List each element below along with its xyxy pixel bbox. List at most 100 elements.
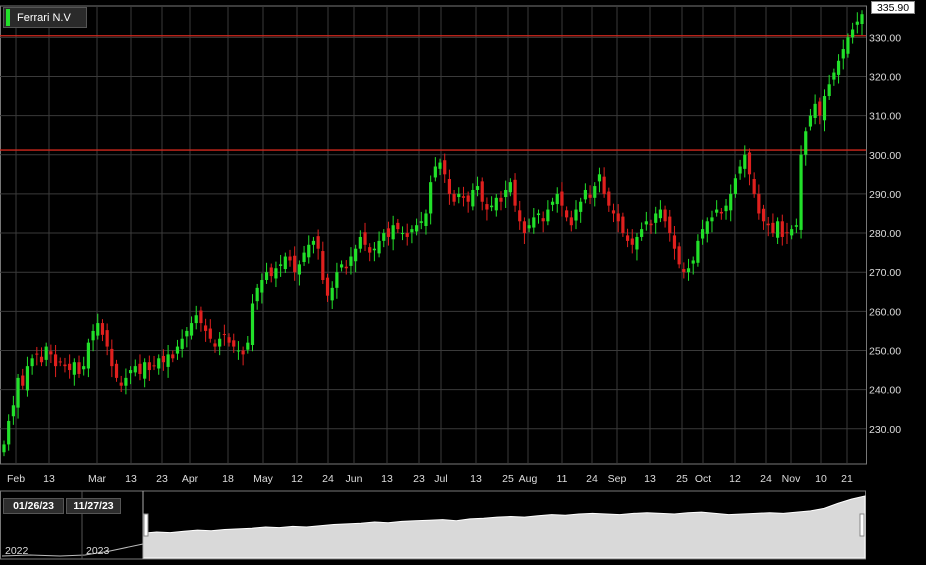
candle-body — [574, 209, 578, 221]
y-tick-label: 250.00 — [869, 345, 901, 357]
x-tick-label: 24 — [586, 473, 598, 485]
candle-body — [696, 240, 700, 263]
x-tick-label: Feb — [7, 473, 25, 485]
legend-label: Ferrari N.V — [17, 11, 71, 24]
x-tick-label: Mar — [88, 473, 107, 485]
x-tick-label: 12 — [291, 473, 303, 485]
candle-body — [157, 358, 161, 369]
candle-body — [733, 178, 738, 194]
candle-body — [91, 330, 95, 341]
candle-body — [771, 222, 775, 234]
candle-body — [208, 328, 212, 339]
candle-body — [72, 362, 76, 375]
candle-body — [180, 338, 184, 349]
candle-body — [204, 325, 208, 331]
candle-body — [147, 362, 151, 371]
candle-body — [138, 363, 142, 374]
candle-body — [119, 382, 123, 386]
candle-body — [161, 355, 166, 363]
candle-body — [860, 14, 864, 25]
x-tick-label: 23 — [156, 473, 168, 485]
candle-body — [527, 225, 531, 229]
x-tick-label: 18 — [222, 473, 234, 485]
candle-body — [405, 233, 409, 237]
range-start-label: 01/26/23 — [3, 498, 64, 514]
candle-body — [475, 186, 480, 190]
y-tick-label: 290.00 — [869, 189, 901, 201]
candle-body — [471, 189, 475, 207]
candle-body — [715, 209, 719, 213]
candle-body — [799, 154, 803, 230]
candle-body — [550, 201, 555, 205]
candle-body — [152, 365, 156, 367]
candle-body — [822, 96, 827, 121]
candle-body — [569, 217, 573, 226]
candle-body — [508, 182, 512, 193]
candle-body — [766, 223, 770, 226]
candle-body — [630, 238, 634, 245]
candle-body — [311, 240, 316, 245]
candle-body — [710, 217, 714, 222]
y-tick-label: 260.00 — [869, 306, 901, 318]
candle-body — [827, 84, 831, 97]
candle-body — [719, 211, 723, 214]
legend-swatch — [6, 9, 10, 26]
y-tick-label: 270.00 — [869, 267, 901, 279]
candle-body — [663, 209, 667, 222]
candle-body — [143, 362, 147, 379]
candle-body — [649, 223, 653, 226]
candle-body — [21, 375, 25, 386]
candle-body — [260, 280, 264, 293]
candle-body — [82, 366, 86, 370]
candle-body — [485, 204, 489, 210]
candle-body — [264, 272, 269, 281]
candle-body — [175, 346, 180, 354]
candle-body — [185, 330, 189, 337]
x-tick-label: May — [253, 473, 274, 485]
candle-body — [579, 201, 583, 212]
candle-body — [368, 247, 372, 253]
candle-body — [541, 218, 545, 222]
candle-body — [68, 363, 72, 371]
stock-chart[interactable]: 230.00 240.00 250.00 260.00 270.00 280.00 290.… — [0, 0, 926, 560]
candle-body — [25, 366, 30, 391]
candle-body — [339, 264, 344, 268]
candle-body — [39, 356, 44, 363]
candle-body — [743, 154, 747, 169]
candle-body — [58, 361, 62, 363]
x-tick-label: Oct — [695, 473, 711, 485]
candle-body — [400, 233, 405, 235]
candle-body — [96, 323, 100, 336]
candle-body — [658, 209, 662, 219]
candle-body — [499, 197, 503, 202]
candle-body — [199, 310, 203, 324]
candle-body — [808, 115, 813, 127]
candle-body — [391, 225, 395, 240]
price-plot[interactable]: 230.00 240.00 250.00 260.00 270.00 280.00 290.… — [0, 0, 926, 560]
candle-body — [124, 377, 128, 386]
candle-body — [625, 235, 630, 241]
candle-body — [443, 160, 447, 175]
candle-body — [621, 216, 625, 234]
candle-body — [490, 205, 494, 208]
candle-body — [227, 337, 231, 343]
candle-body — [321, 251, 325, 281]
candle-body — [354, 248, 358, 262]
candle-body — [583, 189, 587, 200]
candle-body — [255, 287, 259, 302]
candle-body — [776, 221, 780, 238]
candle-body — [218, 338, 222, 347]
candle-body — [325, 277, 330, 296]
x-tick-label: 13 — [470, 473, 482, 485]
candle-body — [335, 272, 339, 288]
candle-body — [654, 213, 658, 223]
candle-body — [382, 233, 386, 241]
candle-body — [560, 191, 564, 206]
candle-body — [532, 217, 536, 228]
candle-body — [236, 350, 241, 352]
candle-body — [171, 354, 175, 359]
x-tick-label: 13 — [644, 473, 656, 485]
candle-body — [86, 342, 90, 369]
x-tick-label: 23 — [413, 473, 425, 485]
candle-body — [363, 232, 367, 245]
